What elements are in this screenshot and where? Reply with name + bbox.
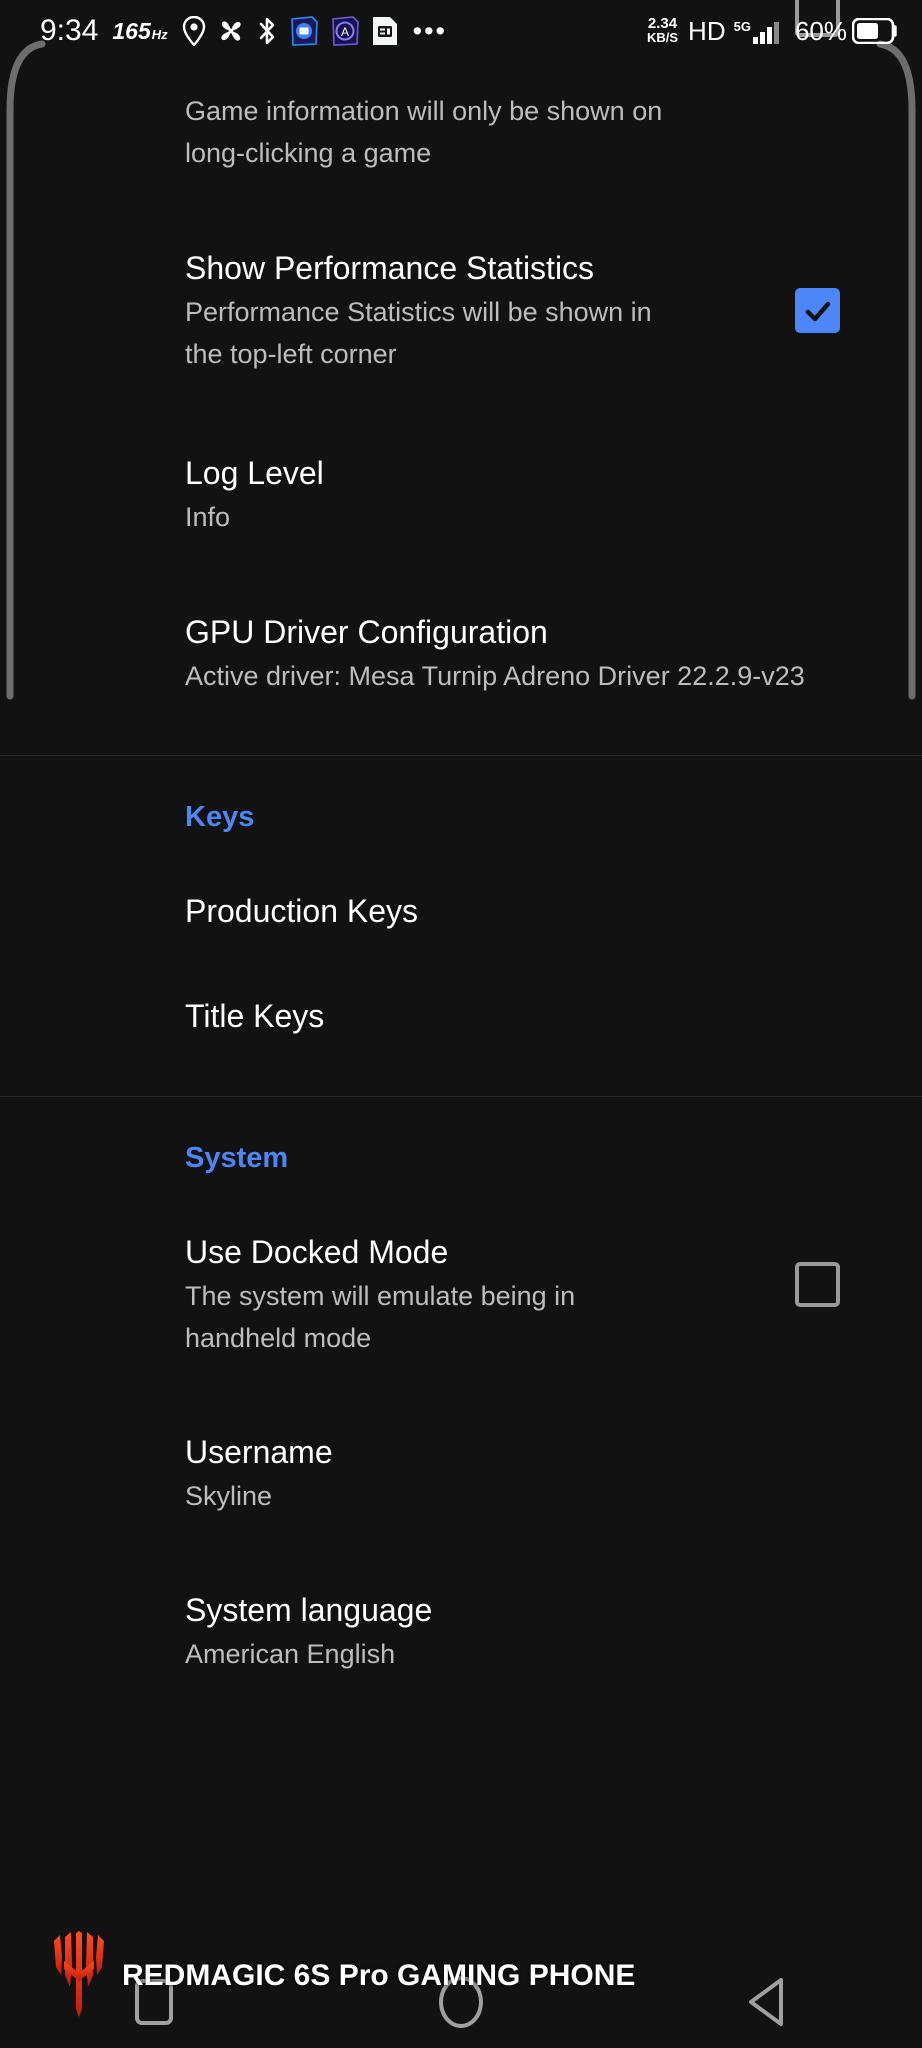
pref-gpu-driver-configuration[interactable]: GPU Driver Configuration Active driver: … xyxy=(0,538,922,697)
network-type-label: 5G xyxy=(733,18,751,34)
pref-title: Log Level xyxy=(185,455,324,491)
pref-title: Title Keys xyxy=(185,998,325,1034)
pref-system-language[interactable]: System language American English xyxy=(0,1517,922,1675)
pref-production-keys[interactable]: Production Keys xyxy=(0,834,922,932)
pref-title-keys[interactable]: Title Keys xyxy=(0,932,922,1037)
back-triangle-icon xyxy=(749,1978,784,2026)
settings-scroll-content[interactable]: Game information will only be shown on l… xyxy=(0,0,922,2048)
checkbox-use-docked-mode[interactable] xyxy=(795,1262,840,1307)
pref-use-docked-mode[interactable]: Use Docked Mode The system will emulate … xyxy=(0,1175,922,1359)
navigation-bar xyxy=(0,1956,922,2048)
battery-icon xyxy=(852,18,898,44)
pref-summary: Game information will only be shown on l… xyxy=(185,96,663,168)
svg-text:A: A xyxy=(341,25,349,39)
signal-bars-icon xyxy=(752,17,782,45)
app-notification-icon-2[interactable]: A xyxy=(330,15,360,47)
pref-title: GPU Driver Configuration xyxy=(185,614,548,650)
section-header-keys: Keys xyxy=(185,801,255,833)
section-header-system: System xyxy=(185,1142,289,1174)
pref-summary: Info xyxy=(185,502,231,532)
back-button[interactable] xyxy=(708,1967,828,2037)
pref-summary: Performance Statistics will be shown in … xyxy=(185,297,652,369)
recents-button[interactable] xyxy=(94,1967,214,2037)
pref-summary: American English xyxy=(185,1639,396,1669)
pref-title: Use Docked Mode xyxy=(185,1234,449,1270)
status-clock: 9:34 xyxy=(40,14,99,47)
phone-screen: 9:34 165 Hz A ••• 2.34 KB/S HD 5G 60% Ga… xyxy=(0,0,922,2048)
hd-voice-indicator: HD xyxy=(688,15,726,46)
battery-percent-label: 60% xyxy=(794,15,847,46)
pref-summary: The system will emulate being in handhel… xyxy=(185,1281,576,1353)
status-refresh-rate: 165 Hz xyxy=(112,17,168,44)
data-rate-indicator: 2.34 KB/S xyxy=(646,15,679,45)
pref-title: Username xyxy=(185,1434,333,1470)
pref-summary: Skyline xyxy=(185,1481,273,1511)
home-button[interactable] xyxy=(401,1967,521,2037)
checkbox-show-performance-statistics[interactable] xyxy=(795,288,840,333)
home-circle-icon xyxy=(438,1976,483,2028)
pref-title: Production Keys xyxy=(185,893,419,929)
fan-icon xyxy=(217,17,245,45)
pref-log-level[interactable]: Log Level Info xyxy=(0,375,922,538)
app-notification-icon[interactable] xyxy=(289,15,319,47)
pref-show-performance-statistics[interactable]: Show Performance Statistics Performance … xyxy=(0,174,922,375)
status-bar-right: 2.34 KB/S HD 5G 60% xyxy=(647,16,898,47)
pref-title: Show Performance Statistics xyxy=(185,250,595,286)
status-overflow-icon[interactable]: ••• xyxy=(413,18,447,45)
bluetooth-icon xyxy=(256,16,278,46)
pref-title: System language xyxy=(185,1592,433,1628)
pref-username[interactable]: Username Skyline xyxy=(0,1359,922,1517)
sim-notification-icon[interactable] xyxy=(371,15,399,47)
status-bar: 9:34 165 Hz A ••• 2.34 KB/S HD 5G 60% xyxy=(0,0,922,62)
pref-summary: Active driver: Mesa Turnip Adreno Driver… xyxy=(185,661,805,691)
recents-square-icon xyxy=(134,1979,173,2025)
location-pin-icon xyxy=(182,16,206,46)
status-bar-left: 9:34 165 Hz A ••• xyxy=(40,14,447,48)
